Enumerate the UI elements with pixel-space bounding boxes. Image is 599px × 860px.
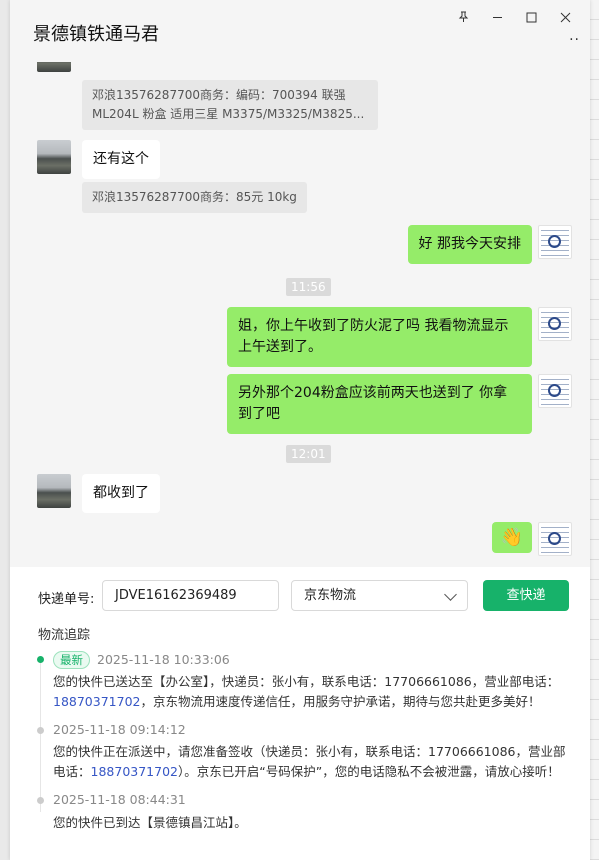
message-bubble-self: 好 那我今天安排	[407, 225, 532, 264]
entry-time: 2025-11-18 08:44:31	[53, 792, 186, 807]
entry-text-part: ）。京东已开启“号码保护”，您的电话隐私不会被泄露，请放心接听！	[178, 764, 560, 779]
tracking-number-label: 快递单号:	[38, 592, 95, 607]
chevron-down-icon	[444, 588, 457, 601]
entry-text: 您的快件已到达【景德镇昌江站】。	[53, 815, 247, 830]
self-avatar[interactable]	[538, 522, 572, 556]
carrier-select[interactable]: 京东物流	[291, 580, 468, 611]
message-bubble-self: 姐，你上午收到了防火泥了吗 我看物流显示上午送到了。	[227, 307, 532, 367]
carrier-select-value: 京东物流	[304, 588, 357, 603]
self-avatar[interactable]	[538, 374, 572, 408]
contact-avatar[interactable]	[37, 140, 71, 174]
tracking-section-title: 物流追踪	[38, 628, 91, 643]
entry-text: 您的快件正在派送中，请您准备签收（快递员：张小有，联系电话：1770666108…	[53, 742, 568, 782]
latest-badge: 最新	[53, 651, 90, 669]
entry-text-part: ，京东物流用速度传递信任，用服务守护承诺，期待与您共赴更多美好！	[140, 694, 541, 709]
quoted-message: 邓浪13576287700商务：编码：700394 联强 ML204L 粉盒 适…	[82, 80, 378, 130]
self-avatar[interactable]	[538, 225, 572, 259]
entry-time: 2025-11-18 09:14:12	[53, 722, 186, 737]
pin-icon[interactable]	[446, 6, 480, 28]
timeline-dot-active	[37, 656, 44, 663]
self-avatar[interactable]	[538, 307, 572, 341]
phone-link[interactable]: 18870371702	[53, 694, 140, 709]
query-tracking-button[interactable]: 查快递	[483, 580, 569, 611]
window-controls	[446, 6, 582, 28]
chat-title: 景德镇铁通马君	[33, 24, 159, 45]
phone-link[interactable]: 18870371702	[91, 764, 178, 779]
message-bubble: 都收到了	[82, 474, 160, 513]
timeline-dot	[37, 727, 44, 734]
quoted-message: 邓浪13576287700商务：85元 10kg	[82, 182, 307, 213]
timestamp: 12:01	[286, 445, 331, 463]
message-list: 邓浪13576287700商务：编码：700394 联强 ML204L 粉盒 适…	[10, 62, 590, 567]
timeline-dot	[37, 797, 44, 804]
entry-time: 2025-11-18 10:33:06	[97, 652, 230, 667]
title-bar: 景德镇铁通马君 ··	[10, 0, 590, 62]
emoji-message-self: 👋	[491, 522, 532, 553]
contact-avatar[interactable]	[37, 474, 71, 508]
timestamp: 11:56	[286, 278, 331, 296]
tracking-panel: 快递单号: JDVE16162369489 京东物流 查快递 物流追踪 最新 2…	[10, 567, 590, 860]
message-bubble-self: 另外那个204粉盒应该前两天也送到了 你拿到了吧	[227, 374, 532, 434]
minimize-icon[interactable]	[480, 6, 514, 28]
close-icon[interactable]	[548, 6, 582, 28]
more-options-icon[interactable]: ··	[569, 32, 580, 48]
message-bubble: 还有这个	[82, 140, 160, 179]
maximize-icon[interactable]	[514, 6, 548, 28]
chat-window: 景德镇铁通马君 ·· 邓浪13576287700商务：编码：700394 联强 …	[10, 0, 590, 860]
entry-text: 您的快件已送达至【办公室】，快递员：张小有，联系电话：17706661086，营…	[53, 672, 568, 712]
timeline-line	[40, 662, 41, 812]
tracking-number-input[interactable]: JDVE16162369489	[102, 580, 279, 611]
contact-avatar[interactable]	[37, 62, 71, 72]
entry-text-part: 您的快件已送达至【办公室】，快递员：张小有，联系电话：17706661086，营…	[53, 674, 560, 689]
